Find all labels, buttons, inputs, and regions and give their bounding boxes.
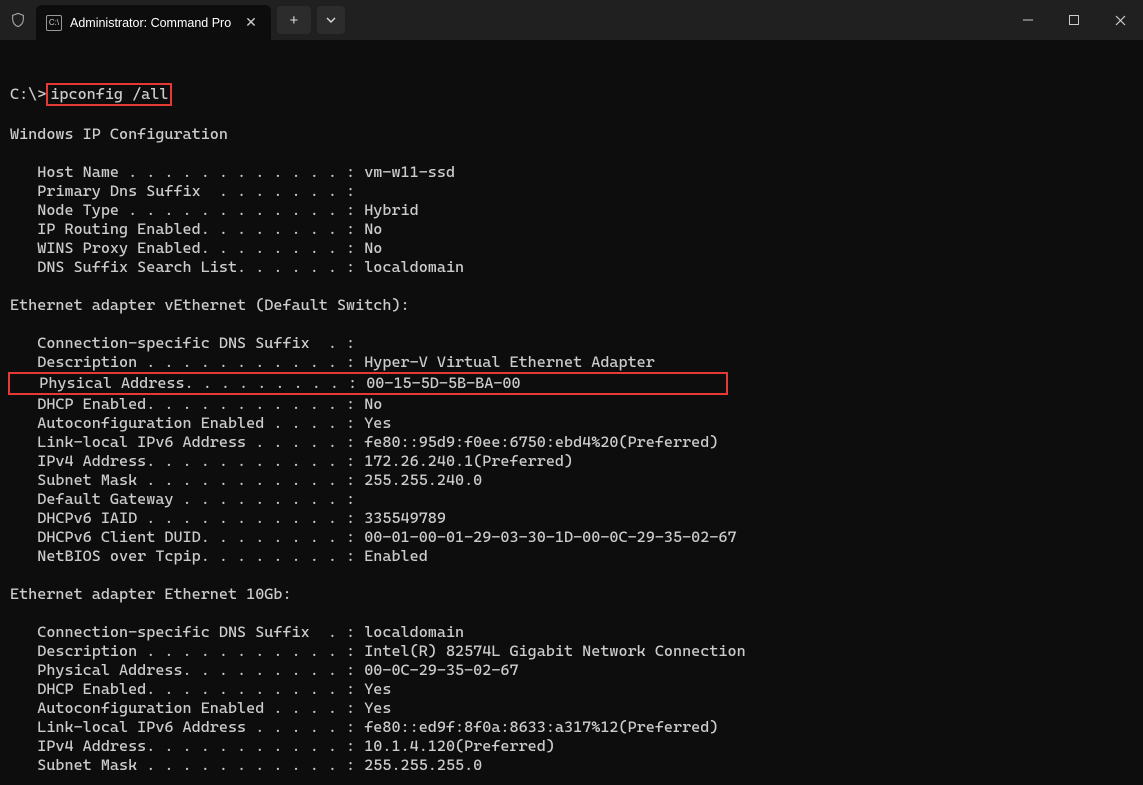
primary-dns-suffix-line: Primary Dns Suffix . . . . . . . : bbox=[10, 182, 355, 200]
close-tab-button[interactable]: ✕ bbox=[239, 12, 263, 33]
adapter1-autoconfig: Autoconfiguration Enabled . . . . : Yes bbox=[10, 414, 391, 432]
wins-proxy-line: WINS Proxy Enabled. . . . . . . . : No bbox=[10, 239, 382, 257]
dns-suffix-list-line: DNS Suffix Search List. . . . . . : loca… bbox=[10, 258, 464, 276]
node-type-line: Node Type . . . . . . . . . . . . : Hybr… bbox=[10, 201, 419, 219]
adapter1-dhcpv6-duid: DHCPv6 Client DUID. . . . . . . . : 00-0… bbox=[10, 528, 737, 546]
ip-routing-line: IP Routing Enabled. . . . . . . . : No bbox=[10, 220, 382, 238]
adapter1-physical-address: Physical Address. . . . . . . . . : 00-1… bbox=[8, 372, 728, 395]
adapter1-conn-suffix: Connection-specific DNS Suffix . : bbox=[10, 334, 355, 352]
entered-command: ipconfig /all bbox=[46, 83, 172, 106]
adapter2-ipv4: IPv4 Address. . . . . . . . . . . : 10.1… bbox=[10, 737, 555, 755]
adapter2-description: Description . . . . . . . . . . . : Inte… bbox=[10, 642, 746, 660]
adapter1-gateway: Default Gateway . . . . . . . . . : bbox=[10, 490, 355, 508]
window-controls bbox=[1005, 0, 1143, 40]
minimize-button[interactable] bbox=[1005, 0, 1051, 40]
new-tab-button[interactable]: + bbox=[277, 6, 311, 34]
adapter1-dhcpv6-iaid: DHCPv6 IAID . . . . . . . . . . . : 3355… bbox=[10, 509, 446, 527]
adapter1-netbios: NetBIOS over Tcpip. . . . . . . . : Enab… bbox=[10, 547, 428, 565]
adapter1-ipv4: IPv4 Address. . . . . . . . . . . : 172.… bbox=[10, 452, 573, 470]
adapter2-autoconfig: Autoconfiguration Enabled . . . . : Yes bbox=[10, 699, 391, 717]
maximize-button[interactable] bbox=[1051, 0, 1097, 40]
adapter1-description: Description . . . . . . . . . . . : Hype… bbox=[10, 353, 655, 371]
host-name-line: Host Name . . . . . . . . . . . . : vm-w… bbox=[10, 163, 455, 181]
shield-icon bbox=[0, 0, 36, 40]
section-header: Windows IP Configuration bbox=[10, 125, 228, 143]
adapter1-link-local-ipv6: Link-local IPv6 Address . . . . . : fe80… bbox=[10, 433, 718, 451]
adapter2-physical-address: Physical Address. . . . . . . . . : 00-0… bbox=[10, 661, 519, 679]
adapter2-title: Ethernet adapter Ethernet 10Gb: bbox=[10, 585, 292, 603]
prompt-cwd: C:\> bbox=[10, 85, 46, 103]
adapter1-title: Ethernet adapter vEthernet (Default Swit… bbox=[10, 296, 410, 314]
cmd-prompt-icon: C:\ bbox=[46, 15, 62, 31]
adapter1-dhcp-enabled: DHCP Enabled. . . . . . . . . . . : No bbox=[10, 395, 382, 413]
adapter2-dhcp-enabled: DHCP Enabled. . . . . . . . . . . : Yes bbox=[10, 680, 391, 698]
tab-dropdown-button[interactable] bbox=[317, 6, 345, 34]
adapter2-conn-suffix: Connection-specific DNS Suffix . : local… bbox=[10, 623, 464, 641]
adapter2-link-local-ipv6: Link-local IPv6 Address . . . . . : fe80… bbox=[10, 718, 718, 736]
tab-title: Administrator: Command Pro bbox=[70, 16, 231, 30]
adapter1-subnet: Subnet Mask . . . . . . . . . . . : 255.… bbox=[10, 471, 482, 489]
close-window-button[interactable] bbox=[1097, 0, 1143, 40]
terminal-output[interactable]: C:\>ipconfig /all Windows IP Configurati… bbox=[0, 40, 1143, 785]
titlebar: C:\ Administrator: Command Pro ✕ + bbox=[0, 0, 1143, 40]
active-tab[interactable]: C:\ Administrator: Command Pro ✕ bbox=[36, 5, 271, 40]
adapter2-subnet: Subnet Mask . . . . . . . . . . . : 255.… bbox=[10, 756, 482, 774]
